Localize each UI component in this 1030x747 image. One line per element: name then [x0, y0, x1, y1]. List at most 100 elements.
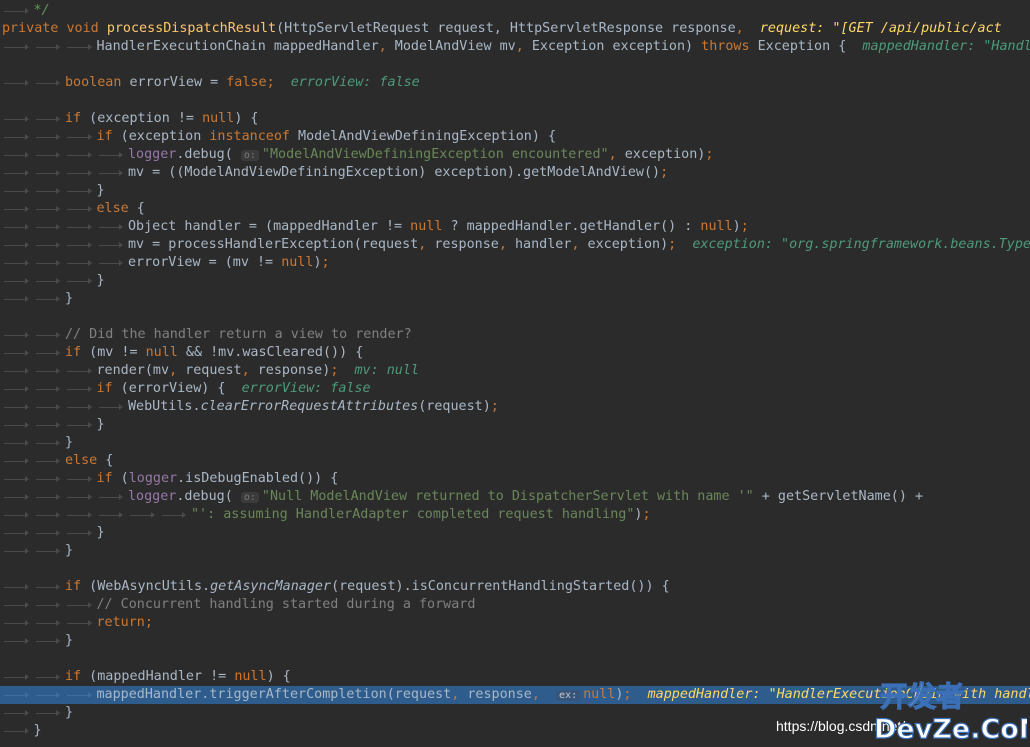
code-token: o:	[240, 150, 259, 161]
code-line[interactable]	[0, 650, 1030, 668]
indent-guide	[4, 332, 28, 338]
code-line[interactable]: render(mv, request, response); mv: null	[0, 362, 1030, 380]
code-token: }	[65, 435, 74, 450]
code-token: mappedHandler.triggerAfterCompletion(req…	[96, 687, 452, 702]
indent-guide	[67, 44, 91, 50]
code-token: {	[97, 453, 114, 468]
code-line[interactable]: boolean errorView = false; errorView: fa…	[0, 74, 1030, 92]
code-line[interactable]: }	[0, 632, 1030, 650]
code-line[interactable]: return;	[0, 614, 1030, 632]
code-token: errorView =	[121, 75, 227, 90]
indent-guide	[4, 476, 28, 482]
code-line[interactable]: }	[0, 182, 1030, 200]
code-token: null	[281, 255, 314, 270]
indent-guide	[35, 260, 60, 266]
code-line[interactable]: mv = ((ModelAndViewDefiningException) ex…	[0, 164, 1030, 182]
indent-guide	[67, 692, 91, 698]
code-line[interactable]: WebUtils.clearErrorRequestAttributes(req…	[0, 398, 1030, 416]
indent-guide	[35, 692, 60, 698]
indent-guide	[4, 8, 28, 14]
code-text: // Concurrent handling started during a …	[97, 596, 476, 614]
code-line[interactable]: }	[0, 542, 1030, 560]
code-token: null	[202, 111, 235, 126]
code-token: "Null ModelAndView returned to Dispatche…	[261, 489, 754, 504]
code-text: }	[65, 434, 73, 452]
indent-guide	[4, 422, 28, 428]
indent-guide	[4, 458, 28, 464]
code-line[interactable]: else {	[0, 452, 1030, 470]
code-token: }	[65, 633, 74, 648]
code-line[interactable]	[0, 560, 1030, 578]
code-text: boolean errorView = false; errorView: fa…	[65, 74, 420, 92]
code-line[interactable]: private void processDispatchResult(HttpS…	[0, 20, 1030, 38]
code-token: ;	[740, 219, 749, 234]
code-line[interactable]: if (exception instanceof ModelAndViewDef…	[0, 128, 1030, 146]
code-token: "': assuming HandlerAdapter completed re…	[191, 507, 635, 522]
indent-guide	[67, 134, 91, 140]
indent-guide	[4, 584, 28, 590]
code-line[interactable]	[0, 56, 1030, 74]
code-line[interactable]: }	[0, 290, 1030, 308]
code-text: // Did the handler return a view to rend…	[65, 326, 412, 344]
code-line[interactable]: // Did the handler return a view to rend…	[0, 326, 1030, 344]
indent-guide	[67, 242, 91, 248]
code-line[interactable]	[0, 308, 1030, 326]
indent-guide	[35, 440, 60, 446]
code-token: ) {	[234, 111, 259, 126]
code-token: ;	[321, 255, 330, 270]
code-line[interactable]: else {	[0, 200, 1030, 218]
code-token: */	[33, 3, 50, 18]
code-line[interactable]: Object handler = (mappedHandler != null …	[0, 218, 1030, 236]
code-token: ,	[498, 237, 507, 252]
code-token: .debug(	[176, 489, 241, 504]
code-line[interactable]	[0, 92, 1030, 110]
code-line[interactable]: // Concurrent handling started during a …	[0, 596, 1030, 614]
code-text: return;	[97, 614, 153, 632]
indent-guide	[35, 476, 60, 482]
code-token: processDispatchResult	[106, 21, 277, 36]
code-text: }	[65, 542, 73, 560]
code-token: boolean	[65, 75, 122, 90]
code-line[interactable]: if (logger.isDebugEnabled()) {	[0, 470, 1030, 488]
code-line[interactable]: }	[0, 272, 1030, 290]
code-line[interactable]: logger.debug( o: "ModelAndViewDefiningExc…	[0, 146, 1030, 164]
code-editor[interactable]: */ private void processDispatchResult(Htt…	[0, 0, 1030, 747]
indent-guide	[35, 512, 60, 518]
code-text: }	[65, 704, 73, 722]
code-line[interactable]: "': assuming HandlerAdapter completed re…	[0, 506, 1030, 524]
code-line[interactable]: HandlerExecutionChain mappedHandler, Mod…	[0, 38, 1030, 56]
code-line[interactable]: }	[0, 434, 1030, 452]
code-line[interactable]: if (exception != null) {	[0, 110, 1030, 128]
code-line[interactable]: mv = processHandlerException(request, re…	[0, 236, 1030, 254]
code-token: logger	[128, 489, 177, 504]
code-token: ,	[169, 363, 178, 378]
code-token: null	[700, 219, 733, 234]
code-line[interactable]: }	[0, 416, 1030, 434]
code-line[interactable]: }	[0, 524, 1030, 542]
code-line[interactable]: if (mv != null && !mv.wasCleared()) {	[0, 344, 1030, 362]
code-text: errorView = (mv != null);	[128, 254, 330, 272]
code-token: ? mappedHandler.getHandler() :	[442, 219, 701, 234]
code-text: }	[65, 632, 73, 650]
code-token: (exception	[112, 129, 210, 144]
code-token: ;	[660, 165, 669, 180]
code-token: // Did the handler return a view to rend…	[65, 327, 412, 342]
code-token: ) {	[266, 669, 291, 684]
indent-guide	[35, 116, 60, 122]
code-line[interactable]: */	[0, 2, 1030, 20]
code-token: response	[459, 687, 532, 702]
code-token: }	[96, 273, 105, 288]
code-line[interactable]: if (WebAsyncUtils.getAsyncManager(reques…	[0, 578, 1030, 596]
code-token: }	[96, 525, 105, 540]
code-token: response)	[249, 363, 331, 378]
code-line[interactable]: errorView = (mv != null);	[0, 254, 1030, 272]
code-token: exception: "org.springframework.beans.Ty…	[692, 237, 1030, 252]
code-text: if (WebAsyncUtils.getAsyncManager(reques…	[65, 578, 670, 596]
code-line[interactable]: if (errorView) { errorView: false	[0, 380, 1030, 398]
indent-guide	[67, 476, 91, 482]
code-line[interactable]: logger.debug( o: "Null ModelAndView retur…	[0, 488, 1030, 506]
indent-guide	[4, 530, 28, 536]
code-text: Object handler = (mappedHandler != null …	[128, 218, 749, 236]
